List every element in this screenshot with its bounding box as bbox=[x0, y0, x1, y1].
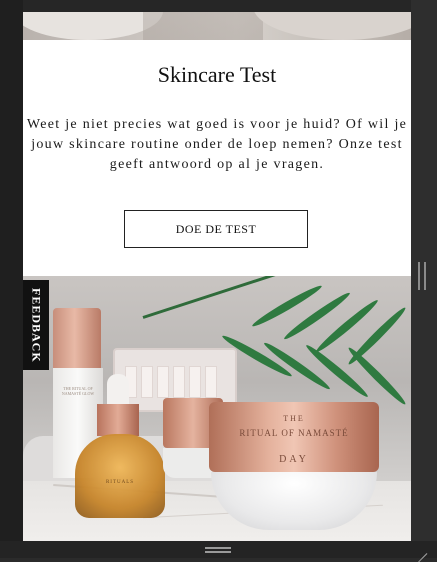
card-description: Weet je niet precies wat goed is voor je… bbox=[26, 117, 408, 172]
bottle-label: THE RITUAL OF NAMASTÉ GLOW bbox=[61, 386, 95, 396]
feedback-label: FEEDBACK bbox=[29, 287, 44, 363]
serum-bottle: RITUALS bbox=[75, 434, 165, 518]
left-gutter bbox=[0, 0, 23, 558]
card-title: Skincare Test bbox=[157, 62, 277, 87]
jar-label-name: RITUAL OF NAMASTÉ bbox=[239, 428, 349, 438]
cream-jar-lid: THE RITUAL OF NAMASTÉ DAY bbox=[209, 402, 379, 472]
ampoule bbox=[141, 366, 153, 398]
resize-corner-icon[interactable] bbox=[417, 544, 428, 562]
ampoule bbox=[205, 366, 217, 398]
scrollbar-handle[interactable] bbox=[418, 262, 426, 290]
jar-label-day: DAY bbox=[279, 454, 309, 465]
do-the-test-button[interactable]: DOE DE TEST bbox=[124, 210, 308, 248]
palm-leaf bbox=[345, 344, 409, 408]
drag-grip-icon[interactable] bbox=[205, 547, 231, 553]
hero-image-top bbox=[23, 12, 411, 40]
ampoule bbox=[157, 366, 169, 398]
bottle-cap bbox=[53, 308, 101, 368]
dropper-bulb bbox=[107, 374, 129, 406]
jar-label-the: THE bbox=[283, 414, 305, 423]
hero-shape bbox=[23, 12, 163, 40]
serum-label: RITUALS bbox=[105, 480, 135, 485]
feedback-tab[interactable]: FEEDBACK bbox=[23, 280, 49, 370]
dropper-collar bbox=[97, 404, 139, 436]
ampoule bbox=[173, 366, 185, 398]
ampoule bbox=[189, 366, 201, 398]
skincare-test-card: Skincare Test Weet je niet precies wat g… bbox=[23, 40, 411, 276]
hero-shape bbox=[143, 12, 263, 40]
hero-shape bbox=[253, 12, 411, 40]
product-photo: THE RITUAL OF NAMASTÉ GLOW RITUALS THE R… bbox=[23, 276, 411, 541]
